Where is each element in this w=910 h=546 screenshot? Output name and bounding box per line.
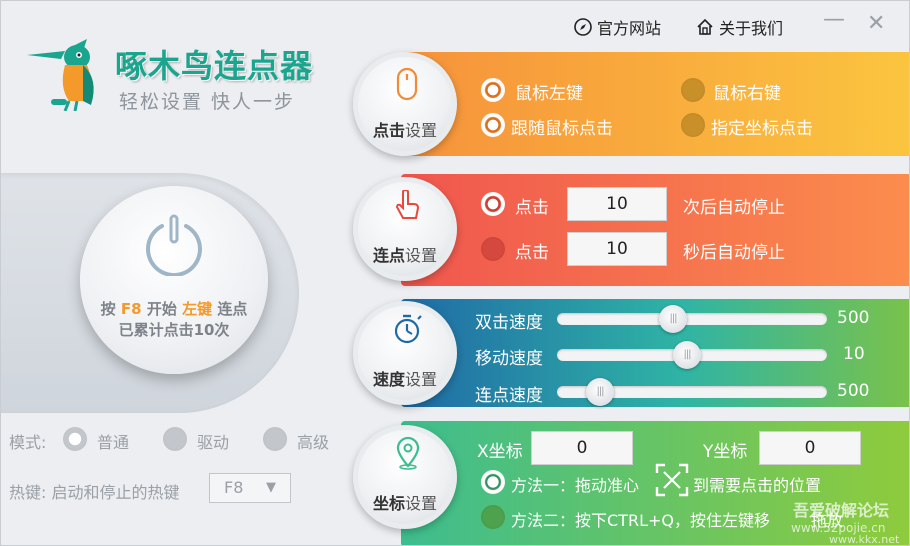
- compass-icon: [574, 18, 592, 36]
- repeat-settings-badge: 连点设置: [353, 177, 457, 281]
- method1-radio[interactable]: [481, 470, 505, 494]
- repeat-speed-value: 500: [837, 381, 870, 401]
- x-coord-input[interactable]: 0: [531, 431, 633, 465]
- slider-thumb[interactable]: |||: [586, 378, 614, 406]
- pointer-hand-icon: [395, 190, 420, 219]
- left-button-radio[interactable]: [481, 78, 505, 102]
- hotkey-select[interactable]: F8 ▼: [209, 473, 291, 503]
- mode-driver-radio[interactable]: [163, 427, 187, 451]
- mode-advanced-radio[interactable]: [263, 427, 287, 451]
- click-title-rest: 设置: [405, 121, 438, 140]
- stop-after-seconds-prefix: 点击: [515, 243, 549, 263]
- mode-driver-label: 驱动: [197, 433, 230, 452]
- repeat-settings-title: 连点设置: [358, 242, 452, 266]
- location-pin-icon: [396, 436, 420, 470]
- speed-settings-title: 速度设置: [358, 366, 452, 390]
- follow-mouse-label: 跟随鼠标点击: [511, 119, 613, 139]
- repeat-speed-slider[interactable]: |||: [557, 378, 827, 406]
- speed-title-rest: 设置: [405, 370, 438, 389]
- coord-title-rest: 设置: [405, 494, 438, 513]
- coord-settings-badge: 坐标设置: [353, 425, 457, 529]
- woodpecker-logo-icon: [27, 39, 94, 111]
- move-speed-value: 10: [843, 344, 865, 364]
- coord-title-main: 坐标: [372, 494, 405, 513]
- about-us-link[interactable]: 关于我们: [695, 15, 783, 39]
- minimize-button[interactable]: —: [823, 7, 845, 32]
- slider-thumb[interactable]: |||: [673, 341, 701, 369]
- mode-normal-label: 普通: [97, 433, 130, 452]
- stop-after-count-suffix: 次后自动停止: [683, 198, 785, 218]
- repeat-title-main: 连点: [372, 246, 405, 265]
- mouse-icon: [396, 67, 418, 101]
- double-click-speed-slider[interactable]: |||: [557, 305, 827, 333]
- click-count-input[interactable]: 10: [567, 187, 667, 221]
- status-middle: 开始: [146, 300, 177, 318]
- method2-radio[interactable]: [481, 505, 505, 529]
- repeat-speed-label: 连点速度: [475, 386, 543, 406]
- app-title: 啄木鸟连点器: [115, 47, 314, 85]
- home-icon: [697, 18, 713, 35]
- official-site-link[interactable]: 官方网站: [573, 15, 661, 39]
- follow-mouse-radio[interactable]: [481, 113, 505, 137]
- repeat-title-rest: 设置: [405, 246, 438, 265]
- double-click-speed-value: 500: [837, 308, 870, 328]
- coord-settings-title: 坐标设置: [358, 490, 452, 514]
- click-settings-panel: [401, 52, 909, 156]
- app-window: 官方网站 关于我们 — ✕ 啄木鸟连点器 轻松设置 快人一步 按 F8 开始 左…: [0, 0, 910, 546]
- y-coord-input[interactable]: 0: [759, 431, 861, 465]
- stop-after-seconds-suffix: 秒后自动停止: [683, 243, 785, 263]
- method1-label: 方法一：拖动准心: [511, 476, 640, 495]
- hotkey-value: F8: [224, 478, 244, 497]
- stop-after-seconds-radio[interactable]: [481, 237, 505, 261]
- close-button[interactable]: ✕: [867, 11, 885, 36]
- official-site-label: 官方网站: [597, 19, 662, 38]
- right-button-label: 鼠标右键: [713, 84, 781, 104]
- fixed-coord-radio[interactable]: [681, 113, 705, 137]
- status-button: 左键: [182, 300, 213, 318]
- site2-watermark: www.kkx.net: [829, 533, 900, 546]
- mode-label: 模式:: [9, 433, 47, 452]
- hotkey-label: 热键: 启动和停止的热键: [9, 483, 180, 502]
- speed-title-main: 速度: [372, 370, 405, 389]
- stop-after-count-prefix: 点击: [515, 198, 549, 218]
- click-count: 已累计点击10次: [118, 321, 230, 339]
- status-prefix: 按: [100, 300, 116, 318]
- click-settings-title: 点击设置: [358, 117, 452, 141]
- slider-thumb[interactable]: |||: [659, 305, 687, 333]
- status-line: 按 F8 开始 左键 连点: [80, 298, 268, 319]
- click-settings-badge: 点击设置: [353, 52, 457, 156]
- right-button-radio[interactable]: [681, 78, 705, 102]
- click-title-main: 点击: [372, 121, 405, 140]
- left-button-label: 鼠标左键: [515, 84, 583, 104]
- status-suffix: 连点: [217, 300, 248, 318]
- move-speed-slider[interactable]: |||: [557, 341, 827, 369]
- forum-watermark: 吾爱破解论坛: [793, 501, 890, 520]
- mode-advanced-label: 高级: [297, 433, 330, 452]
- app-slogan: 轻松设置 快人一步: [119, 91, 296, 113]
- power-icon: [146, 214, 202, 276]
- fixed-coord-label: 指定坐标点击: [711, 119, 813, 139]
- move-speed-label: 移动速度: [475, 349, 543, 369]
- about-us-label: 关于我们: [719, 19, 784, 38]
- x-coord-label: X坐标: [477, 442, 523, 462]
- double-click-speed-label: 双击速度: [475, 313, 543, 333]
- stopwatch-icon: [394, 314, 422, 344]
- crosshair-drag-icon[interactable]: [655, 463, 689, 497]
- start-stop-button[interactable]: 按 F8 开始 左键 连点 已累计点击10次: [80, 186, 268, 374]
- y-coord-label: Y坐标: [703, 442, 748, 462]
- stop-after-count-radio[interactable]: [481, 192, 505, 216]
- seconds-input[interactable]: 10: [567, 232, 667, 266]
- mode-normal-radio[interactable]: [63, 427, 87, 451]
- status-hotkey: F8: [120, 300, 142, 318]
- chevron-down-icon: ▼: [266, 480, 276, 495]
- speed-settings-badge: 速度设置: [353, 301, 457, 405]
- method1-suffix: 到需要点击的位置: [693, 476, 822, 495]
- method2-label: 方法二：按下CTRL+Q，按住左键移: [511, 511, 770, 530]
